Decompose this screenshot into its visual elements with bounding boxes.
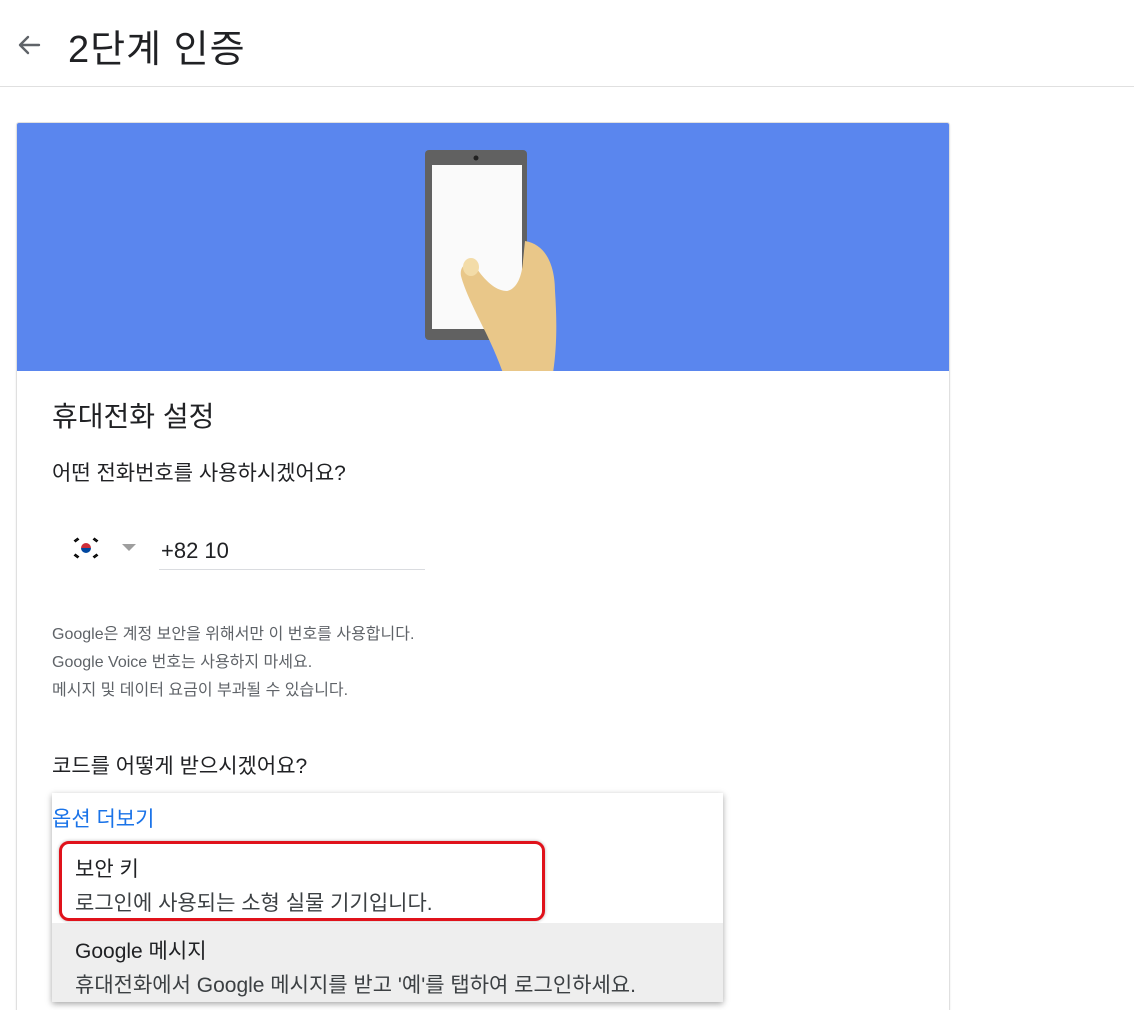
note-line: 메시지 및 데이터 요금이 부과될 수 있습니다. bbox=[52, 682, 349, 699]
note-line: Google Voice 번호는 사용하지 마세요. bbox=[52, 654, 313, 671]
back-arrow-icon[interactable] bbox=[14, 30, 44, 60]
phone-question: 어떤 전화번호를 사용하시겠어요? bbox=[52, 462, 346, 485]
option-title: 보안 키 bbox=[75, 858, 139, 881]
phone-setup-card: 휴대전화 설정 어떤 전화번호를 사용하시겠어요? Google은 계정 보안을… bbox=[16, 122, 950, 1010]
section-title: 휴대전화 설정 bbox=[52, 401, 215, 432]
korea-flag-icon[interactable] bbox=[72, 536, 100, 560]
code-method-dropdown: 옵션 더보기 보안 키 로그인에 사용되는 소형 실물 기기입니다. Googl… bbox=[52, 793, 723, 1002]
option-security-key[interactable]: 보안 키 로그인에 사용되는 소형 실물 기기입니다. bbox=[52, 853, 723, 923]
option-description: 로그인에 사용되는 소형 실물 기기입니다. bbox=[75, 892, 433, 915]
option-description: 휴대전화에서 Google 메시지를 받고 '예'를 탭하여 로그인하세요. bbox=[75, 974, 636, 997]
phone-usage-notes: Google은 계정 보안을 위해서만 이 번호를 사용합니다. Google … bbox=[52, 621, 414, 705]
country-dropdown-caret-icon[interactable] bbox=[118, 536, 140, 558]
note-line: Google은 계정 보안을 위해서만 이 번호를 사용합니다. bbox=[52, 626, 415, 643]
phone-number-row bbox=[52, 528, 452, 570]
option-google-prompt[interactable]: Google 메시지 휴대전화에서 Google 메시지를 받고 '예'를 탭하… bbox=[52, 923, 723, 1002]
code-method-question: 코드를 어떻게 받으시겠어요? bbox=[52, 755, 308, 778]
phone-illustration-banner bbox=[17, 123, 949, 371]
phone-in-hand-illustration bbox=[425, 150, 557, 371]
top-bar: 2단계 인증 bbox=[0, 0, 1134, 87]
page-title: 2단계 인증 bbox=[68, 29, 246, 71]
option-title: Google 메시지 bbox=[75, 940, 207, 963]
phone-number-input[interactable] bbox=[159, 532, 425, 570]
more-options-link[interactable]: 옵션 더보기 bbox=[52, 803, 154, 833]
